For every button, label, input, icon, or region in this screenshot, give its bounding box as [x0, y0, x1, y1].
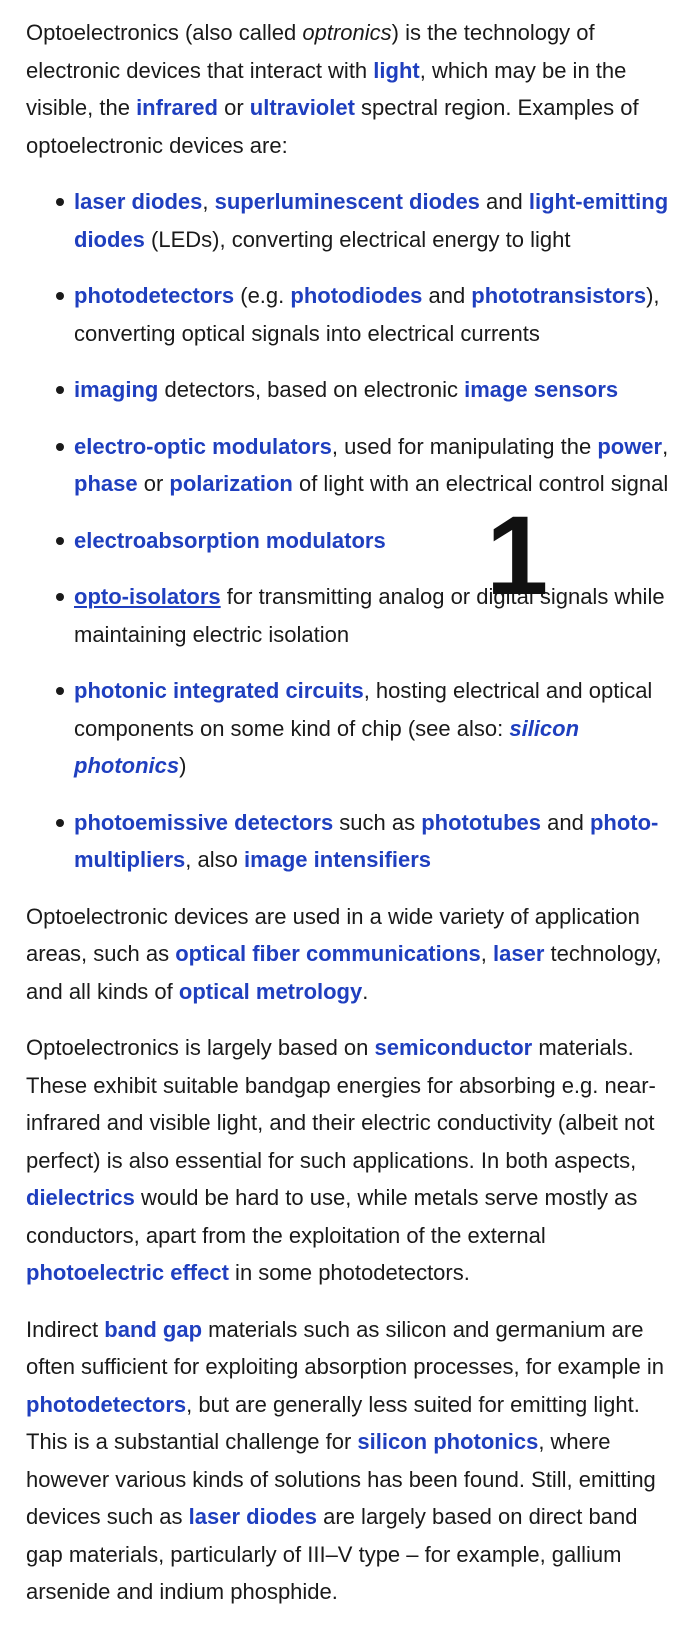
- article-body: Optoelectronics (also called optronics) …: [26, 14, 674, 1630]
- link-opto-isolators[interactable]: opto-isolators: [74, 584, 221, 609]
- bullet-icon: [56, 593, 64, 601]
- link-phase[interactable]: phase: [74, 471, 138, 496]
- list-item: electro-optic modulators, used for manip…: [26, 428, 674, 503]
- link-optical-fiber-communications[interactable]: optical fiber communications: [175, 941, 481, 966]
- item-text: and: [479, 189, 529, 214]
- bullet-icon: [56, 198, 64, 206]
- number-badge: 1: [486, 493, 549, 618]
- para-text: Optoelectronics is largely based on: [26, 1035, 375, 1060]
- link-image-intensifiers[interactable]: image intensifiers: [244, 847, 431, 872]
- link-phototubes[interactable]: phototubes: [421, 810, 541, 835]
- link-photodetectors-2[interactable]: photodetectors: [26, 1392, 186, 1417]
- item-text: detectors, based on electronic: [158, 377, 465, 402]
- band-gap-paragraph: Indirect band gap materials such as sili…: [26, 1311, 674, 1611]
- link-laser[interactable]: laser: [493, 941, 544, 966]
- link-semiconductor[interactable]: semiconductor: [375, 1035, 533, 1060]
- link-polarization[interactable]: polarization: [169, 471, 292, 496]
- list-item: laser diodes, superluminescent diodes an…: [26, 183, 674, 258]
- item-text: (LEDs), converting electrical energy to …: [144, 226, 571, 252]
- item-text: such as: [333, 809, 422, 835]
- para-text: ,: [480, 941, 494, 966]
- link-power[interactable]: power: [597, 434, 662, 459]
- item-text: ,: [202, 189, 215, 214]
- link-photonic-integrated-circuits[interactable]: photonic integrated circuits: [74, 678, 364, 703]
- intro-paragraph: Optoelectronics (also called optronics) …: [26, 14, 674, 164]
- item-text: or: [137, 471, 170, 496]
- para-text: in some photodetectors.: [228, 1260, 470, 1285]
- bullet-icon: [56, 687, 64, 695]
- materials-paragraph: Optoelectronics is largely based on semi…: [26, 1029, 674, 1292]
- link-phototransistors[interactable]: phototransistors: [471, 283, 646, 308]
- link-photodiodes[interactable]: photodiodes: [290, 283, 422, 308]
- para-text: .: [362, 978, 369, 1004]
- item-text: , used for manipulating the: [331, 433, 598, 459]
- link-band-gap[interactable]: band gap: [104, 1317, 202, 1342]
- item-text: and: [422, 283, 472, 308]
- applications-paragraph: Optoelectronic devices are used in a wid…: [26, 898, 674, 1011]
- item-text: , also: [185, 847, 244, 872]
- bullet-icon: [56, 818, 64, 827]
- link-imaging[interactable]: imaging: [74, 377, 158, 402]
- item-text: of light with an electrical control sign…: [292, 471, 669, 496]
- item-text: ,: [662, 433, 669, 459]
- link-optical-metrology[interactable]: optical metrology: [179, 979, 362, 1004]
- item-text: and: [541, 809, 590, 835]
- bullet-icon: [56, 442, 64, 451]
- item-text: (e.g.: [234, 283, 291, 308]
- link-photodetectors[interactable]: photodetectors: [74, 283, 234, 308]
- link-dielectrics[interactable]: dielectrics: [26, 1185, 135, 1210]
- list-item: opto-isolators for transmitting analog o…: [26, 578, 674, 653]
- link-superluminescent-diodes[interactable]: superluminescent diodes: [215, 189, 480, 214]
- link-image-sensors[interactable]: image sensors: [464, 377, 618, 402]
- intro-text: Optoelectronics (also called: [26, 20, 303, 45]
- link-light[interactable]: light: [373, 58, 419, 83]
- list-item: imaging detectors, based on electronic i…: [26, 371, 674, 409]
- list-item: photoemissive detectors such as phototub…: [26, 804, 674, 879]
- link-laser-diodes-2[interactable]: laser diodes: [189, 1504, 317, 1529]
- bullet-icon: [56, 292, 64, 300]
- link-ultraviolet[interactable]: ultraviolet: [250, 95, 355, 120]
- bullet-icon: [56, 536, 64, 545]
- list-item: photonic integrated circuits, hosting el…: [26, 672, 674, 785]
- intro-text: or: [217, 95, 250, 120]
- link-laser-diodes[interactable]: laser diodes: [74, 189, 202, 214]
- optronics-term: optronics: [302, 20, 392, 45]
- link-electro-optic-modulators[interactable]: electro-optic modulators: [74, 434, 332, 459]
- list-item: electroabsorption modulators: [26, 522, 674, 560]
- bullet-icon: [56, 386, 64, 394]
- link-silicon-photonics-2[interactable]: silicon pho­tonics: [357, 1429, 538, 1454]
- link-photoemissive-detectors[interactable]: photoemissive detectors: [74, 810, 333, 835]
- item-text: ): [179, 753, 187, 778]
- link-photoelectric-effect[interactable]: photoelectric effect: [26, 1260, 229, 1285]
- para-text: Indirect: [26, 1316, 105, 1342]
- device-list: laser diodes, superluminescent diodes an…: [26, 183, 674, 879]
- link-electroabsorption-modulators[interactable]: electroabsorption modulators: [74, 528, 386, 553]
- list-item: photodetectors (e.g. photodiodes and pho…: [26, 277, 674, 352]
- link-infrared[interactable]: infrared: [136, 95, 218, 120]
